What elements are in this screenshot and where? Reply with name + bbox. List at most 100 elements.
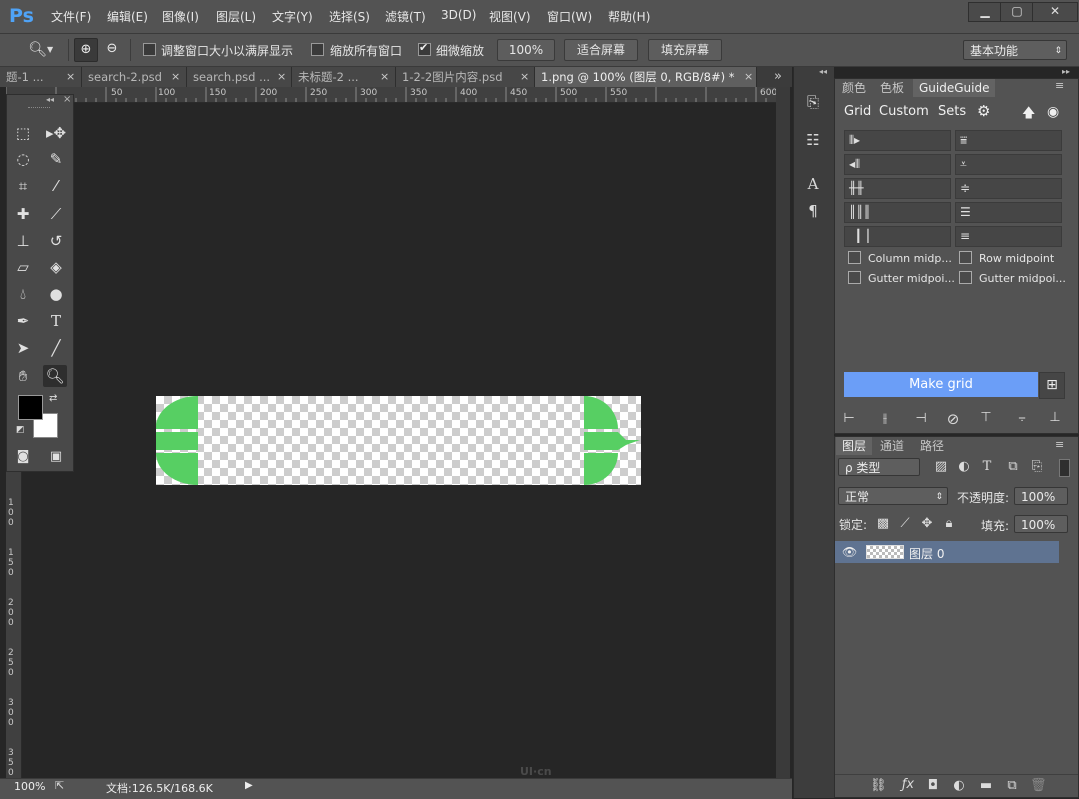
eye-icon[interactable]: ◉ (1047, 104, 1059, 120)
menu-edit[interactable]: 编辑(E) (107, 8, 148, 25)
guide-left-icon[interactable]: ⊢ (840, 411, 858, 426)
zoom-level[interactable]: 100% (14, 780, 45, 793)
arrow-up-icon[interactable]: 🡅︎ (1022, 104, 1035, 126)
filter-smart-object-icon[interactable]: ⎘ (1029, 459, 1045, 474)
link-layers-icon[interactable]: ⛓ (870, 778, 887, 793)
bottom-margin-field[interactable]: ⩡ (955, 154, 1062, 175)
filter-adjustment-icon[interactable]: ◐ (956, 459, 972, 474)
make-grid-button[interactable]: Make grid (844, 372, 1038, 397)
maximize-button[interactable]: ▢ (1000, 2, 1034, 22)
lock-position-icon[interactable]: ✥ (920, 516, 934, 531)
layer-name[interactable]: 图层 0 (909, 545, 944, 562)
properties-icon[interactable]: ☷ (801, 129, 825, 151)
eraser-tool-icon[interactable]: ▱ (11, 256, 35, 278)
quick-mask-icon[interactable]: ◙ (11, 446, 35, 468)
hand-tool-icon[interactable]: ✋︎ (11, 365, 35, 387)
guide-horizontal-center-icon[interactable]: ⨪ (1012, 410, 1032, 425)
resize-windows-checkbox[interactable] (143, 43, 156, 56)
left-margin-field[interactable]: ⫴▸ (844, 130, 951, 151)
zoom-in-icon[interactable]: ⊕ (74, 38, 98, 62)
menu-3d[interactable]: 3D(D) (441, 8, 476, 22)
tab-guideguide[interactable]: GuideGuide (913, 79, 996, 97)
zoom-tool-icon[interactable]: 🔍︎ (43, 365, 67, 387)
tab-channels[interactable]: 通道 (874, 437, 910, 455)
columns-field[interactable]: ╫╫ (844, 178, 951, 199)
lock-all-icon[interactable]: 🔒︎ (942, 516, 956, 531)
zoom-out-icon[interactable]: ⊖ (101, 38, 123, 60)
delete-layer-icon[interactable]: 🗑︎ (1030, 778, 1047, 793)
guide-top-icon[interactable]: ⊤ (977, 410, 995, 425)
crop-tool-icon[interactable]: ⌗ (11, 175, 35, 197)
gutter-midpoint-row-checkbox[interactable] (959, 271, 972, 284)
pen-tool-icon[interactable]: ✒ (11, 310, 35, 332)
tab-1-2-2[interactable]: 1-2-2图片内容.psd (396, 67, 535, 87)
column-gutter-field[interactable]: ║║║ (844, 202, 951, 223)
menu-filter[interactable]: 滤镜(T) (385, 8, 426, 25)
rows-field[interactable]: ≑ (955, 178, 1062, 199)
close-button[interactable]: ✕ (1032, 2, 1078, 22)
tab-paths[interactable]: 路径 (914, 437, 950, 455)
tab-close-icon[interactable]: × (744, 67, 753, 87)
subtab-sets[interactable]: Sets (938, 104, 966, 119)
new-layer-icon[interactable]: ⧉ (1004, 778, 1020, 793)
healing-brush-tool-icon[interactable]: ✚ (11, 203, 35, 225)
column-width-field[interactable]: ▕▏▏ (844, 226, 951, 247)
filter-pixel-icon[interactable]: ▨ (933, 459, 949, 474)
export-icon[interactable]: ⇱ (55, 779, 64, 792)
filter-toggle[interactable] (1059, 459, 1070, 477)
add-mask-icon[interactable]: ◘ (925, 778, 941, 793)
clone-stamp-tool-icon[interactable]: ⊥ (11, 230, 35, 252)
row-gutter-field[interactable]: ☰ (955, 202, 1062, 223)
brush-tool-icon[interactable]: ⟋ (44, 203, 68, 225)
menu-layer[interactable]: 图层(L) (216, 8, 256, 25)
guide-vertical-center-icon[interactable]: ⫲ (875, 411, 895, 426)
lasso-tool-icon[interactable]: ◌ (11, 148, 35, 170)
settings-gear-icon[interactable]: ⚙ (977, 102, 990, 120)
close-icon[interactable]: × (63, 94, 71, 105)
marquee-tool-icon[interactable]: ⬚ (11, 122, 35, 144)
tab-1-png[interactable]: 1.png @ 100% (图层 0, RGB/8#) * (535, 67, 757, 87)
history-icon[interactable]: ⎘ (801, 91, 825, 113)
menu-file[interactable]: 文件(F) (51, 8, 91, 25)
collapse-icon[interactable]: ◂◂ (819, 67, 827, 76)
foreground-color-swatch[interactable] (18, 395, 43, 420)
blur-tool-icon[interactable]: 💧︎ (11, 283, 35, 305)
vertical-scrollbar[interactable] (776, 87, 790, 779)
filter-type-icon[interactable]: T (979, 459, 995, 474)
scrubby-zoom-checkbox[interactable] (418, 41, 431, 56)
zoom-all-windows-checkbox[interactable] (311, 43, 324, 56)
tab-overflow-icon[interactable]: » (774, 67, 782, 87)
lock-transparency-icon[interactable]: ▩ (876, 516, 890, 531)
right-margin-field[interactable]: ◂⫴ (844, 154, 951, 175)
guide-bottom-icon[interactable]: ⊥ (1046, 410, 1064, 425)
history-brush-tool-icon[interactable]: ↺ (44, 230, 68, 252)
paint-bucket-tool-icon[interactable]: ◈ (44, 256, 68, 278)
character-icon[interactable]: A (801, 173, 825, 195)
minimize-button[interactable]: ▁ (968, 2, 1002, 22)
new-group-icon[interactable]: ▬ (978, 778, 994, 793)
tab-close-icon[interactable]: × (66, 67, 75, 87)
menu-window[interactable]: 窗口(W) (547, 8, 592, 25)
expand-icon[interactable]: ▸▸ (1062, 67, 1070, 76)
type-tool-icon[interactable]: T (44, 310, 68, 332)
clear-guides-icon[interactable]: ⊘ (944, 410, 962, 428)
layer-filter-select[interactable]: ρ 类型 (838, 458, 920, 476)
paragraph-icon[interactable]: ¶ (801, 200, 825, 222)
row-midpoint-checkbox[interactable] (959, 251, 972, 264)
column-midpoint-checkbox[interactable] (848, 251, 861, 264)
tab-swatches[interactable]: 色板 (874, 79, 910, 97)
filter-shape-icon[interactable]: ⧉ (1005, 459, 1021, 474)
line-tool-icon[interactable]: ╱ (44, 337, 68, 359)
eyedropper-tool-icon[interactable]: ⁄ (44, 175, 68, 197)
collapse-icon[interactable]: ◂◂ (46, 95, 54, 104)
subtab-grid[interactable]: Grid (844, 104, 871, 119)
menu-select[interactable]: 选择(S) (329, 8, 370, 25)
tab-color[interactable]: 颜色 (836, 79, 872, 97)
path-selection-tool-icon[interactable]: ➤ (11, 337, 35, 359)
fit-screen-button[interactable]: 适合屏幕 (564, 39, 638, 61)
tab-close-icon[interactable]: × (277, 67, 286, 87)
default-colors-icon[interactable]: ◩ (16, 425, 25, 435)
fill-screen-button[interactable]: 填充屏幕 (648, 39, 722, 61)
gutter-midpoint-column-checkbox[interactable] (848, 271, 861, 284)
grid-icon[interactable]: ⊞ (1039, 372, 1065, 399)
